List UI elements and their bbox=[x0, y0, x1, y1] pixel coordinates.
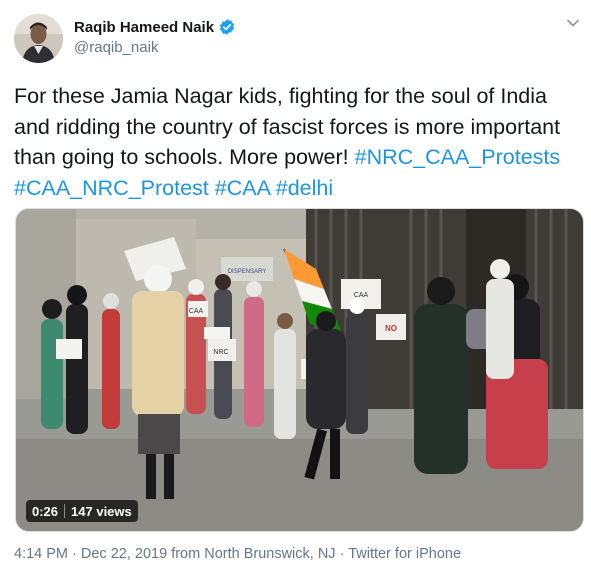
sign-text: DISPENSARY bbox=[228, 269, 267, 275]
video-views: 147 views bbox=[71, 503, 132, 519]
display-name[interactable]: Raqib Hameed Naik bbox=[74, 19, 214, 36]
sign-text: CAA bbox=[354, 292, 369, 299]
badge-divider bbox=[64, 504, 66, 518]
tweet-time[interactable]: 4:14 PM bbox=[14, 546, 68, 562]
hashtag-link[interactable]: #CAA_NRC_Protest bbox=[14, 176, 209, 200]
meta-separator: · bbox=[335, 546, 349, 562]
tweet-date[interactable]: Dec 22, 2019 bbox=[81, 546, 167, 562]
avatar[interactable] bbox=[14, 14, 63, 63]
video-player[interactable]: DISPENSARY CAA NRC NO CAA 0:26 147 views bbox=[15, 208, 584, 532]
video-stats-badge: 0:26 147 views bbox=[26, 500, 138, 522]
meta-separator: · bbox=[68, 546, 81, 562]
sign-text: NRC bbox=[213, 349, 228, 356]
video-duration: 0:26 bbox=[32, 503, 59, 519]
tweet-card: Raqib Hameed Naik @raqib_naik For these … bbox=[0, 0, 591, 569]
video-frame: DISPENSARY CAA NRC NO CAA bbox=[16, 209, 583, 531]
sign-text: CAA bbox=[189, 308, 204, 315]
sign-text: NO bbox=[385, 324, 397, 333]
hashtag-link[interactable]: #delhi bbox=[276, 176, 333, 200]
hashtag-link[interactable]: #CAA bbox=[215, 176, 270, 200]
avatar-photo bbox=[14, 14, 63, 63]
tweet-meta: 4:14 PM · Dec 22, 2019 from North Brunsw… bbox=[14, 546, 461, 562]
verified-badge-icon bbox=[219, 19, 235, 35]
tweet-text: For these Jamia Nagar kids, fighting for… bbox=[14, 81, 584, 203]
hashtag-link[interactable]: #NRC_CAA_Protests bbox=[355, 145, 561, 169]
author-name-row: Raqib Hameed Naik bbox=[74, 18, 236, 36]
chevron-down-icon[interactable] bbox=[566, 16, 580, 30]
tweet-location[interactable]: from North Brunswick, NJ bbox=[171, 546, 335, 562]
author-handle[interactable]: @raqib_naik bbox=[74, 39, 158, 56]
tweet-source[interactable]: Twitter for iPhone bbox=[348, 546, 461, 562]
